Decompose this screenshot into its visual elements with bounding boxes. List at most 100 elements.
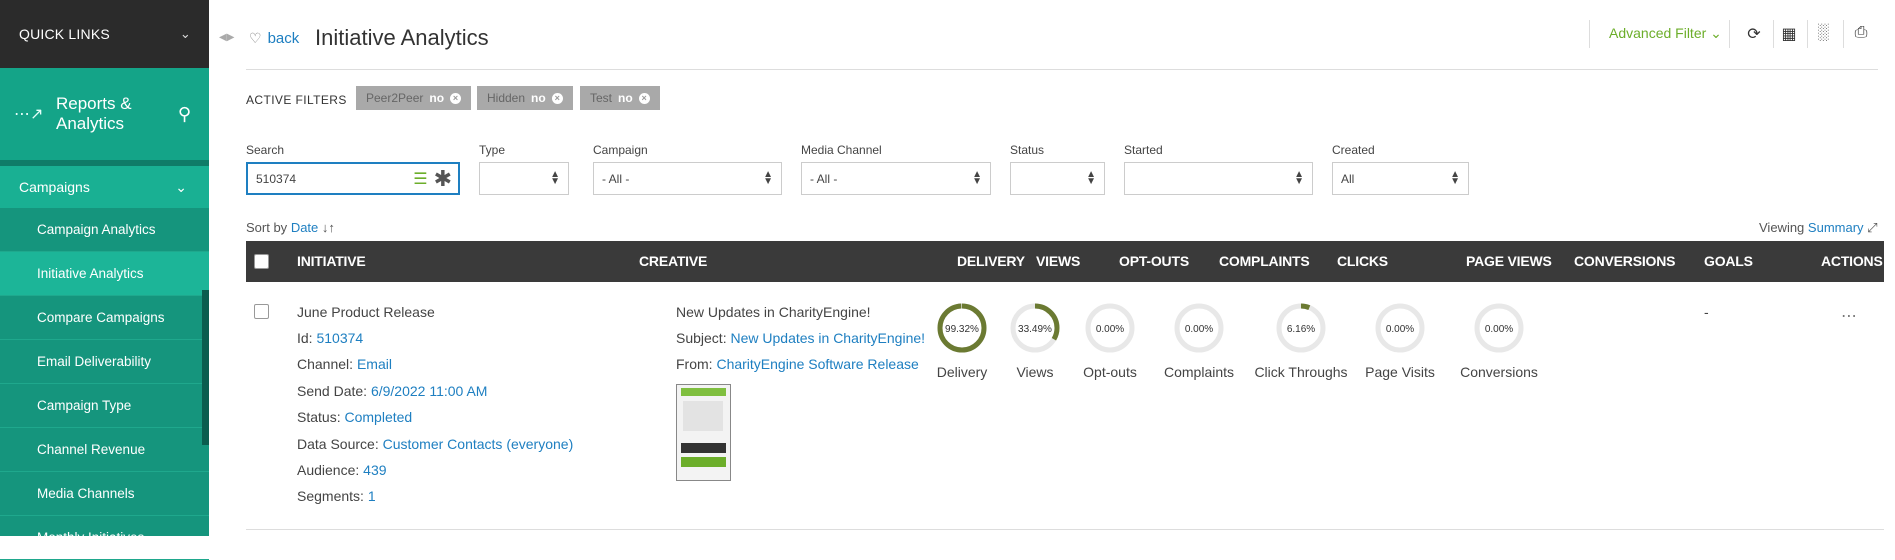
- col-initiative[interactable]: INITIATIVE: [297, 253, 366, 269]
- heart-icon[interactable]: ♡: [249, 30, 262, 46]
- field-label: Id:: [297, 330, 313, 346]
- from-link[interactable]: CharityEngine Software Release: [716, 356, 918, 372]
- sidebar-item-compare-campaigns[interactable]: Compare Campaigns: [0, 296, 209, 340]
- creative-title-link[interactable]: New Updates in CharityEngine!: [676, 304, 871, 320]
- sidebar-item-email-deliverability[interactable]: Email Deliverability: [0, 340, 209, 384]
- select-all-checkbox[interactable]: [254, 254, 269, 269]
- initiative-send-date: Send Date: 6/9/2022 11:00 AM: [297, 383, 487, 399]
- type-select[interactable]: ▲ ▼: [479, 162, 569, 195]
- status-link[interactable]: Completed: [344, 409, 412, 425]
- viewing-mode-link[interactable]: Summary: [1808, 220, 1864, 235]
- col-views[interactable]: VIEWS: [1036, 253, 1080, 269]
- initiative-audience: Audience: 439: [297, 462, 387, 478]
- initiative-id-link[interactable]: 510374: [316, 330, 363, 346]
- channel-link[interactable]: Email: [357, 356, 392, 372]
- active-filters-label: ACTIVE FILTERS: [246, 93, 347, 107]
- sidebar-group-label: Campaigns: [19, 179, 90, 195]
- sidebar-item-campaign-type[interactable]: Campaign Type: [0, 384, 209, 428]
- chevron-down-icon: ⌄: [1710, 25, 1722, 41]
- sidebar-item-monthly-initiatives[interactable]: Monthly Initiatives: [0, 516, 209, 560]
- divider: [1843, 20, 1844, 48]
- sidebar-item-media-channels[interactable]: Media Channels: [0, 472, 209, 516]
- sidebar-item-label: Initiative Analytics: [37, 266, 144, 281]
- search-input[interactable]: 510374 ☰ ✱: [246, 162, 460, 195]
- filter-chip-test[interactable]: Test no ×: [580, 86, 660, 110]
- sidebar-item-label: Campaign Analytics: [37, 222, 156, 237]
- col-goals[interactable]: GOALS: [1704, 253, 1753, 269]
- donut-gauge: 0.00%: [1375, 303, 1425, 353]
- initiative-data-source: Data Source: Customer Contacts (everyone…: [297, 436, 573, 452]
- refresh-icon[interactable]: ⟳: [1743, 24, 1765, 44]
- metric-page-visits[interactable]: 0.00% Page Visits: [1345, 300, 1455, 380]
- field-label: Channel:: [297, 356, 354, 372]
- row-divider: [246, 529, 1884, 530]
- col-actions[interactable]: ACTIONS: [1821, 253, 1883, 269]
- trend-line-icon: ⋯↗: [14, 106, 44, 123]
- send-date-link[interactable]: 6/9/2022 11:00 AM: [371, 383, 488, 399]
- col-creative[interactable]: CREATIVE: [639, 253, 707, 269]
- filter-chip-peer2peer[interactable]: Peer2Peer no ×: [356, 86, 472, 110]
- media-channel-select[interactable]: - All - ▲ ▼: [801, 162, 991, 195]
- metric-label: Click Throughs: [1254, 364, 1348, 380]
- audience-link[interactable]: 439: [363, 462, 386, 478]
- metric-click-throughs[interactable]: 6.16% Click Throughs: [1246, 300, 1356, 380]
- sort-by-label: Sort by: [246, 220, 288, 235]
- media-channel-value: - All -: [810, 171, 838, 186]
- started-select[interactable]: ▲ ▼: [1124, 162, 1313, 195]
- sidebar-item-channel-revenue[interactable]: Channel Revenue: [0, 428, 209, 472]
- sidebar-item-initiative-analytics[interactable]: Initiative Analytics: [0, 252, 209, 296]
- viewing-mode: Viewing Summary ⤢: [1759, 220, 1878, 236]
- gauge-percent: 0.00%: [1485, 324, 1513, 335]
- sidebar-item-label: Channel Revenue: [37, 442, 146, 457]
- metric-complaints[interactable]: 0.00% Complaints: [1144, 300, 1254, 380]
- sidebar-group-campaigns[interactable]: Campaigns ⌄: [0, 160, 209, 208]
- more-actions-icon[interactable]: ⋯: [1841, 306, 1858, 326]
- back-link[interactable]: ♡ back: [249, 30, 299, 47]
- expand-icon[interactable]: ⤢: [1867, 220, 1877, 235]
- chip-name: Peer2Peer: [366, 91, 424, 105]
- quick-links-toggle[interactable]: QUICK LINKS ⌄: [0, 0, 209, 68]
- chip-value: no: [531, 91, 546, 105]
- advanced-filter-button[interactable]: Advanced Filter ⌄: [1609, 25, 1722, 42]
- sort-order-icon[interactable]: ↓↑: [322, 220, 335, 235]
- quick-links-label: QUICK LINKS: [19, 26, 110, 42]
- advanced-filter-label: Advanced Filter: [1609, 25, 1707, 41]
- table-view-icon[interactable]: ▦: [1778, 24, 1800, 44]
- col-opt-outs[interactable]: OPT-OUTS: [1119, 253, 1189, 269]
- campaign-select[interactable]: - All - ▲ ▼: [593, 162, 782, 195]
- segments-link[interactable]: 1: [368, 488, 376, 504]
- header-divider: [246, 69, 1878, 70]
- list-icon[interactable]: ☰: [413, 169, 427, 189]
- search-label: Search: [246, 143, 285, 157]
- chip-value: no: [429, 91, 445, 105]
- col-clicks[interactable]: CLICKS: [1337, 253, 1388, 269]
- data-source-link[interactable]: Customer Contacts (everyone): [383, 436, 574, 452]
- remove-filter-icon[interactable]: ×: [551, 92, 563, 104]
- select-arrows-icon: ▲ ▼: [1294, 169, 1304, 187]
- sidebar-scrollbar[interactable]: [202, 290, 209, 445]
- sort-field-link[interactable]: Date: [291, 220, 318, 235]
- creative-thumbnail[interactable]: [676, 384, 731, 481]
- col-delivery[interactable]: DELIVERY: [957, 253, 1025, 269]
- asterisk-icon[interactable]: ✱: [434, 168, 452, 190]
- initiative-name-link[interactable]: June Product Release: [297, 304, 435, 320]
- created-select[interactable]: All ▲ ▼: [1332, 162, 1469, 195]
- col-complaints[interactable]: COMPLAINTS: [1219, 253, 1310, 269]
- col-page-views[interactable]: PAGE VIEWS: [1466, 253, 1552, 269]
- row-checkbox[interactable]: [254, 304, 269, 319]
- col-conversions[interactable]: CONVERSIONS: [1574, 253, 1675, 269]
- bar-chart-icon[interactable]: ░: [1812, 24, 1834, 42]
- collapse-sidebar-icon[interactable]: ◀▶: [219, 32, 234, 43]
- metric-conversions[interactable]: 0.00% Conversions: [1444, 300, 1554, 380]
- reports-analytics-header[interactable]: ⋯↗ Reports & Analytics ⚲: [0, 68, 209, 160]
- print-icon[interactable]: ⎙: [1850, 24, 1872, 42]
- subject-link[interactable]: New Updates in CharityEngine!: [730, 330, 925, 346]
- sidebar-item-label: Email Deliverability: [37, 354, 152, 369]
- zoom-search-icon[interactable]: ⚲: [178, 104, 191, 125]
- divider: [1807, 20, 1808, 48]
- sidebar-item-campaign-analytics[interactable]: Campaign Analytics: [0, 208, 209, 252]
- remove-filter-icon[interactable]: ×: [450, 92, 462, 104]
- status-select[interactable]: ▲ ▼: [1010, 162, 1105, 195]
- filter-chip-hidden[interactable]: Hidden no ×: [477, 86, 573, 110]
- remove-filter-icon[interactable]: ×: [638, 92, 650, 104]
